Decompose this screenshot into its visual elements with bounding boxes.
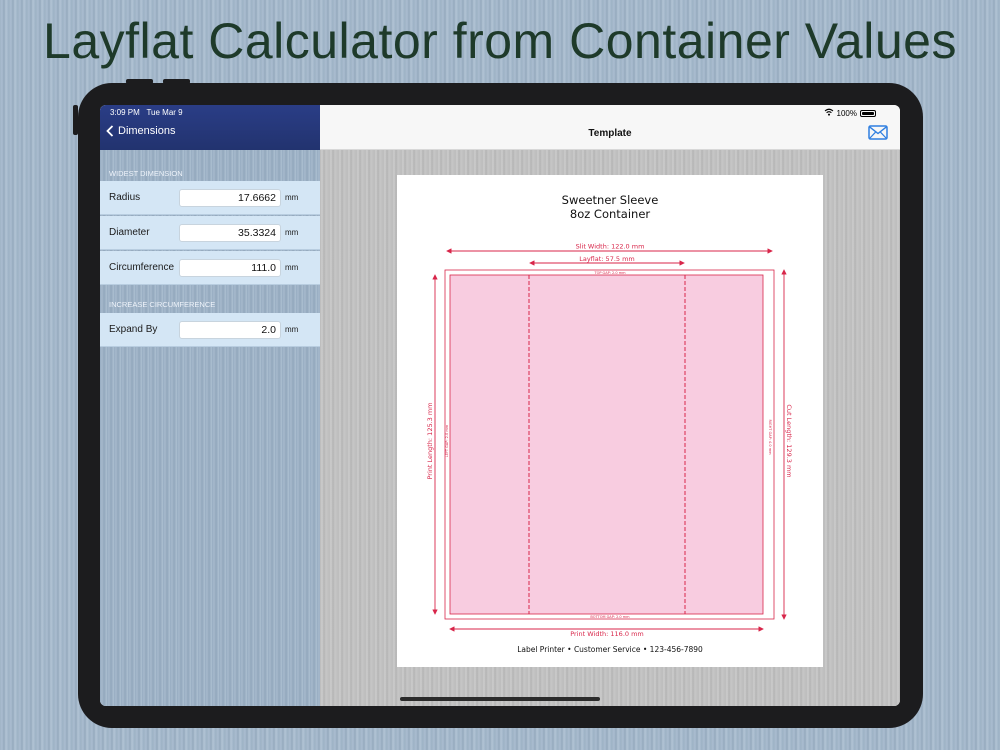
row-expand-by: Expand By mm [100, 313, 320, 347]
bottom-gap-label: BOTTOM GAP: 2.0 mm [590, 615, 630, 619]
diameter-label: Diameter [109, 227, 150, 238]
template-drawing: Sweetner Sleeve 8oz Container Slit Width… [426, 193, 793, 654]
left-gap-label: LEFT GAP: 2.0 mm [445, 424, 449, 457]
status-right: 100% [824, 108, 876, 118]
template-canvas: Sweetner Sleeve 8oz Container Slit Width… [320, 150, 900, 706]
battery-percent: 100% [836, 108, 857, 118]
home-indicator[interactable] [400, 697, 600, 701]
circumference-label: Circumference [109, 262, 175, 273]
template-footer: Label Printer • Customer Service • 123-4… [517, 645, 703, 654]
chevron-left-icon [106, 125, 114, 137]
diameter-input[interactable] [179, 224, 281, 242]
status-date: Tue Mar 9 [146, 108, 183, 117]
row-circumference: Circumference mm [100, 251, 320, 285]
layflat-label: Layflat: 57.5 mm [579, 255, 635, 263]
expand-by-label: Expand By [109, 324, 158, 335]
expand-by-unit: mm [285, 325, 299, 334]
row-radius: Radius mm [100, 181, 320, 215]
sidebar-nav-bar: 3:09 PM Tue Mar 9 Dimensions [100, 105, 320, 150]
side-button [73, 105, 78, 135]
detail-title: Template [588, 128, 632, 139]
sidebar: 3:09 PM Tue Mar 9 Dimensions WIDEST DIME… [100, 105, 320, 706]
mail-icon[interactable] [868, 125, 888, 145]
expand-by-input[interactable] [179, 321, 281, 339]
radius-input[interactable] [179, 189, 281, 207]
section-header-increase: INCREASE CIRCUMFERENCE [109, 300, 216, 309]
top-gap-label: TOP GAP: 2.0 mm [593, 271, 626, 275]
slit-width-label: Slit Width: 122.0 mm [576, 243, 645, 251]
row-diameter: Diameter mm [100, 216, 320, 250]
circumference-input[interactable] [179, 259, 281, 277]
wifi-icon [824, 108, 834, 118]
battery-icon [860, 109, 876, 117]
right-gap-label: RIGHT GAP: 4.0 mm [768, 419, 772, 455]
print-length-label: Print Length: 125.3 mm [426, 402, 434, 479]
volume-button [126, 79, 153, 84]
promo-headline: Layflat Calculator from Container Values [43, 13, 957, 69]
circumference-unit: mm [285, 263, 299, 272]
radius-unit: mm [285, 193, 299, 202]
back-button-label: Dimensions [118, 125, 176, 137]
section-header-widest: WIDEST DIMENSION [109, 169, 183, 178]
power-button [163, 79, 190, 84]
back-button-dimensions[interactable]: Dimensions [106, 125, 175, 137]
template-paper: Sweetner Sleeve 8oz Container Slit Width… [397, 175, 823, 667]
status-time-date: 3:09 PM Tue Mar 9 [110, 108, 183, 117]
print-width-label: Print Width: 116.0 mm [570, 630, 644, 638]
template-title-line1: Sweetner Sleeve [562, 193, 659, 207]
template-title-line2: 8oz Container [570, 207, 651, 221]
radius-label: Radius [109, 192, 141, 203]
print-area [449, 274, 764, 615]
diameter-unit: mm [285, 228, 299, 237]
ipad-screen: 3:09 PM Tue Mar 9 Dimensions WIDEST DIME… [100, 105, 900, 706]
cut-length-label: Cut Length: 129.3 mm [785, 404, 793, 477]
detail-nav-bar: 100% Template [320, 105, 900, 150]
battery-fill [862, 111, 874, 115]
status-time: 3:09 PM [110, 108, 140, 117]
